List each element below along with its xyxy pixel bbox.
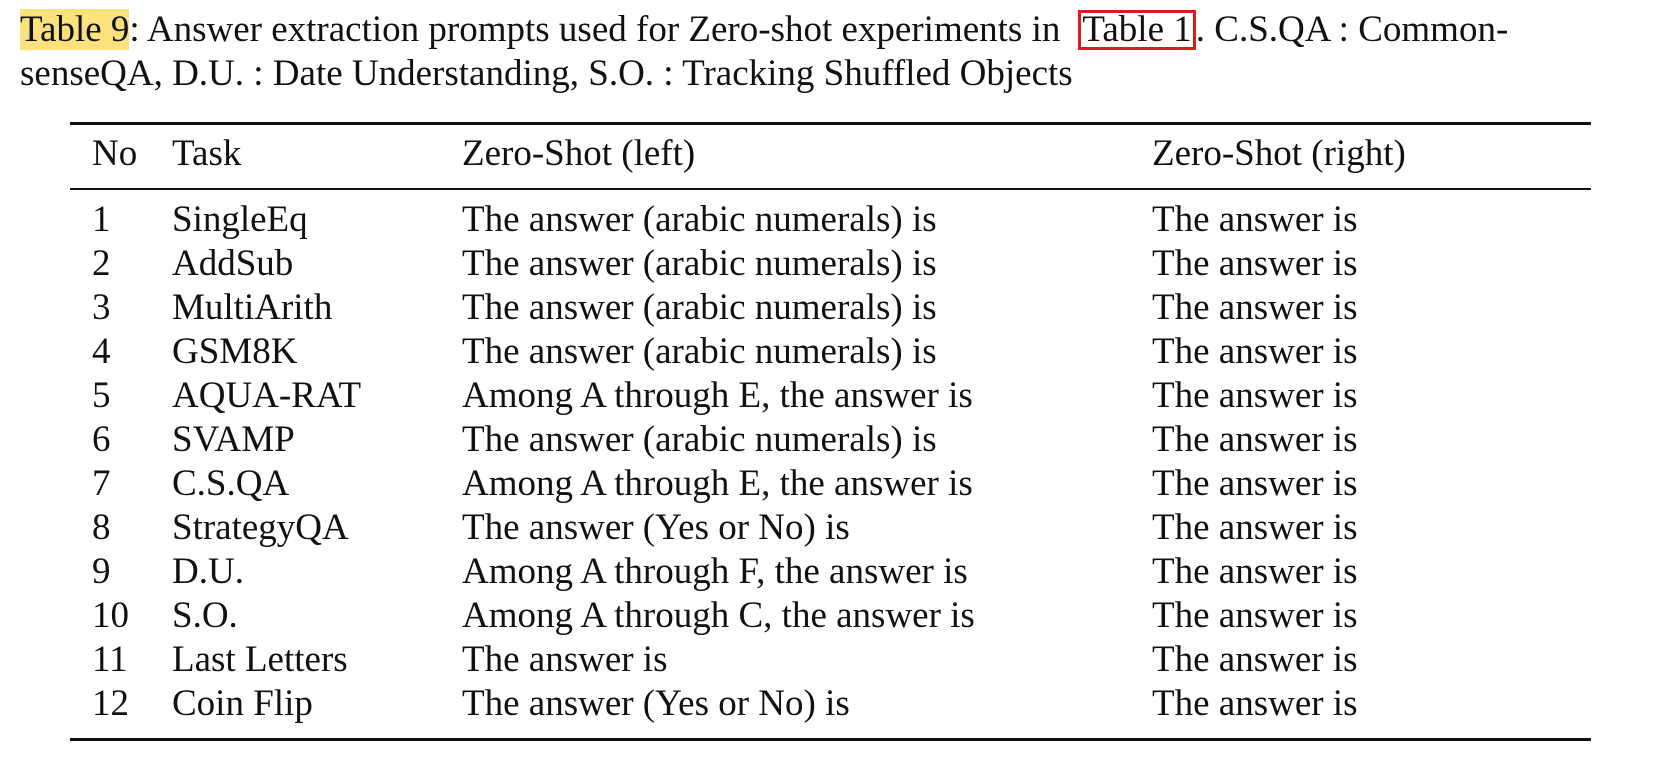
cell-no: 3 xyxy=(92,287,111,328)
cell-zero-shot-left: The answer (arabic numerals) is xyxy=(462,331,937,372)
cell-no: 11 xyxy=(92,639,128,680)
table-row: 7 C.S.QA Among A through E, the answer i… xyxy=(70,462,1591,506)
cell-task: Last Letters xyxy=(172,639,348,680)
cell-task: GSM8K xyxy=(172,331,298,372)
caption-text-continued: . C.S.QA : Common- xyxy=(1195,9,1509,50)
caption-line-1: Table 9: Answer extraction prompts used … xyxy=(20,8,1620,52)
cell-task: S.O. xyxy=(172,595,238,636)
cell-zero-shot-left: The answer is xyxy=(462,639,668,680)
cell-zero-shot-right: The answer is xyxy=(1152,375,1358,416)
cell-zero-shot-right: The answer is xyxy=(1152,595,1358,636)
cell-zero-shot-right: The answer is xyxy=(1152,551,1358,592)
cell-no: 6 xyxy=(92,419,111,460)
cell-zero-shot-right: The answer is xyxy=(1152,683,1358,724)
cell-task: MultiArith xyxy=(172,287,333,328)
cell-zero-shot-left: The answer (arabic numerals) is xyxy=(462,199,937,240)
cell-no: 4 xyxy=(92,331,111,372)
table-reference-link[interactable]: Table 1 xyxy=(1078,10,1196,50)
cell-zero-shot-left: Among A through E, the answer is xyxy=(462,375,973,416)
cell-zero-shot-left: The answer (Yes or No) is xyxy=(462,683,850,724)
cell-no: 12 xyxy=(92,683,129,724)
table-caption: Table 9: Answer extraction prompts used … xyxy=(20,8,1620,96)
cell-task: AddSub xyxy=(172,243,294,284)
cell-zero-shot-left: Among A through F, the answer is xyxy=(462,551,968,592)
cell-task: Coin Flip xyxy=(172,683,313,724)
table-top-rule xyxy=(70,122,1591,125)
cell-zero-shot-left: The answer (arabic numerals) is xyxy=(462,287,937,328)
header-zero-shot-right: Zero-Shot (right) xyxy=(1152,133,1406,174)
table-row: 5 AQUA-RAT Among A through E, the answer… xyxy=(70,374,1591,418)
table-row: 8 StrategyQA The answer (Yes or No) is T… xyxy=(70,506,1591,550)
cell-no: 5 xyxy=(92,375,111,416)
header-task: Task xyxy=(172,133,242,174)
table-row: 12 Coin Flip The answer (Yes or No) is T… xyxy=(70,682,1591,726)
header-no: No xyxy=(92,133,138,174)
cell-task: StrategyQA xyxy=(172,507,349,548)
cell-zero-shot-right: The answer is xyxy=(1152,463,1358,504)
table-row: 11 Last Letters The answer is The answer… xyxy=(70,638,1591,682)
cell-no: 9 xyxy=(92,551,111,592)
cell-zero-shot-left: The answer (arabic numerals) is xyxy=(462,419,937,460)
table-bottom-rule xyxy=(70,738,1591,741)
cell-no: 8 xyxy=(92,507,111,548)
cell-zero-shot-right: The answer is xyxy=(1152,419,1358,460)
cell-task: SingleEq xyxy=(172,199,308,240)
cell-no: 2 xyxy=(92,243,111,284)
table-header-rule xyxy=(70,188,1591,190)
cell-task: C.S.QA xyxy=(172,463,290,504)
cell-task: SVAMP xyxy=(172,419,295,460)
cell-zero-shot-right: The answer is xyxy=(1152,199,1358,240)
header-zero-shot-left: Zero-Shot (left) xyxy=(462,133,696,174)
table-row: 4 GSM8K The answer (arabic numerals) is … xyxy=(70,330,1591,374)
cell-no: 1 xyxy=(92,199,111,240)
caption-line-2: senseQA, D.U. : Date Understanding, S.O.… xyxy=(20,53,1073,94)
cell-zero-shot-right: The answer is xyxy=(1152,331,1358,372)
cell-task: AQUA-RAT xyxy=(172,375,362,416)
cell-zero-shot-right: The answer is xyxy=(1152,287,1358,328)
cell-no: 7 xyxy=(92,463,111,504)
table-row: 3 MultiArith The answer (arabic numerals… xyxy=(70,286,1591,330)
cell-zero-shot-left: The answer (Yes or No) is xyxy=(462,507,850,548)
table-row: 1 SingleEq The answer (arabic numerals) … xyxy=(70,198,1591,242)
caption-text: : Answer extraction prompts used for Zer… xyxy=(129,9,1061,50)
table-row: 10 S.O. Among A through C, the answer is… xyxy=(70,594,1591,638)
cell-zero-shot-right: The answer is xyxy=(1152,243,1358,284)
caption-table-label: Table 9 xyxy=(20,9,130,50)
cell-no: 10 xyxy=(92,595,129,636)
table-row: 9 D.U. Among A through F, the answer is … xyxy=(70,550,1591,594)
table-row: 2 AddSub The answer (arabic numerals) is… xyxy=(70,242,1591,286)
cell-zero-shot-right: The answer is xyxy=(1152,507,1358,548)
table-row: 6 SVAMP The answer (arabic numerals) is … xyxy=(70,418,1591,462)
cell-task: D.U. xyxy=(172,551,244,592)
cell-zero-shot-right: The answer is xyxy=(1152,639,1358,680)
table-body: 1 SingleEq The answer (arabic numerals) … xyxy=(70,198,1591,726)
cell-zero-shot-left: The answer (arabic numerals) is xyxy=(462,243,937,284)
cell-zero-shot-left: Among A through C, the answer is xyxy=(462,595,975,636)
cell-zero-shot-left: Among A through E, the answer is xyxy=(462,463,973,504)
